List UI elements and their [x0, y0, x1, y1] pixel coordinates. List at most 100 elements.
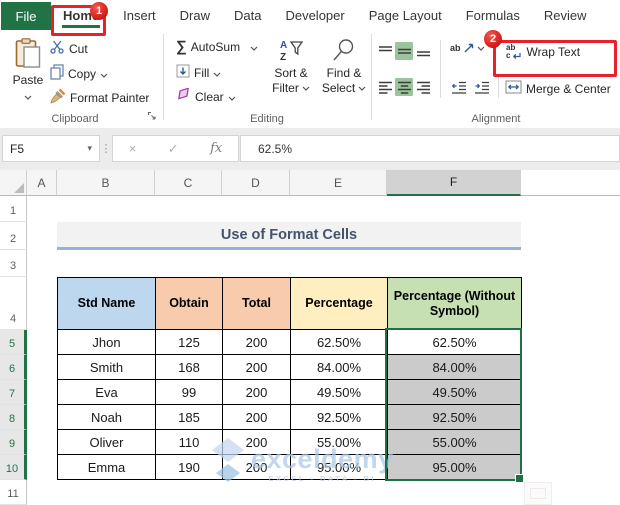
- step-2-badge: 2: [484, 30, 502, 48]
- cell-B7[interactable]: Eva: [57, 379, 156, 405]
- worksheet-title-cell[interactable]: Use of Format Cells: [57, 222, 521, 250]
- sort-filter-button[interactable]: A Z Sort & Filter: [266, 38, 316, 95]
- cell-B6[interactable]: Smith: [57, 354, 156, 380]
- row-header-2[interactable]: 2: [0, 222, 27, 250]
- format-painter-button[interactable]: Format Painter: [50, 88, 149, 107]
- tab-formulas[interactable]: Formulas: [454, 0, 532, 31]
- tab-draw[interactable]: Draw: [168, 0, 222, 31]
- row-header-8[interactable]: 8: [0, 405, 27, 430]
- align-top-button[interactable]: [376, 42, 394, 60]
- tab-page-layout[interactable]: Page Layout: [357, 0, 454, 31]
- cell-E10[interactable]: 95.00%: [290, 454, 388, 480]
- cell-C9[interactable]: 110: [155, 429, 223, 455]
- name-box-chevron[interactable]: ▾: [87, 143, 92, 154]
- step-1-badge: 1: [90, 2, 108, 20]
- cell-F9[interactable]: 55.00%: [387, 429, 522, 455]
- tab-developer[interactable]: Developer: [273, 0, 356, 31]
- col-header-a[interactable]: A: [27, 170, 57, 196]
- cell-C10[interactable]: 190: [155, 454, 223, 480]
- row-header-3[interactable]: 3: [0, 250, 27, 277]
- cell-F7[interactable]: 49.50%: [387, 379, 522, 405]
- cell-E9[interactable]: 55.00%: [290, 429, 388, 455]
- cancel-icon[interactable]: ×: [129, 141, 137, 156]
- align-left-icon: [378, 81, 392, 94]
- decrease-indent-button[interactable]: [450, 78, 468, 96]
- cell-B8[interactable]: Noah: [57, 404, 156, 430]
- mini-separator: [440, 40, 441, 98]
- find-select-chevron: [358, 86, 366, 91]
- align-right-button[interactable]: [414, 78, 432, 96]
- align-center-button[interactable]: [395, 78, 413, 96]
- cell-D6[interactable]: 200: [222, 354, 291, 380]
- enter-icon[interactable]: ✓: [168, 141, 179, 157]
- increase-indent-icon: [475, 81, 489, 94]
- formula-input[interactable]: 62.5%: [240, 135, 620, 162]
- cell-B10[interactable]: Emma: [57, 454, 156, 480]
- merge-center-button[interactable]: Merge & Center: [505, 80, 611, 97]
- cell-B5[interactable]: Jhon: [57, 329, 156, 355]
- align-left-button[interactable]: [376, 78, 394, 96]
- col-header-e[interactable]: E: [290, 170, 387, 196]
- row-headers: 1 2 3 4 5 6 7 8 9 10 11: [0, 196, 27, 505]
- cell-C8[interactable]: 185: [155, 404, 223, 430]
- cell-E6[interactable]: 84.00%: [290, 354, 388, 380]
- cell-F10[interactable]: 95.00%: [387, 454, 522, 480]
- find-select-button[interactable]: Find & Select: [318, 38, 370, 95]
- data-table: Std Name Obtain Total Percentage Percentage …: [57, 277, 522, 480]
- col-header-f[interactable]: F: [387, 170, 521, 196]
- cell-E5[interactable]: 62.50%: [290, 329, 388, 355]
- copy-button[interactable]: Copy: [50, 64, 108, 83]
- name-box-value: F5: [10, 141, 25, 156]
- row-header-7[interactable]: 7: [0, 380, 27, 405]
- cell-F6[interactable]: 84.00%: [387, 354, 522, 380]
- clear-button[interactable]: Clear: [176, 87, 236, 105]
- tab-insert[interactable]: Insert: [111, 0, 168, 31]
- cell-F5[interactable]: 62.50%: [387, 329, 522, 355]
- table-header-percentage-without-symbol[interactable]: Percentage (Without Symbol): [387, 277, 522, 330]
- row-header-10[interactable]: 10: [0, 455, 27, 480]
- tab-file[interactable]: File: [1, 2, 51, 30]
- row-header-11[interactable]: 11: [0, 480, 27, 505]
- cell-C6[interactable]: 168: [155, 354, 223, 380]
- col-header-b[interactable]: B: [57, 170, 155, 196]
- table-header-total[interactable]: Total: [222, 277, 291, 330]
- cell-D10[interactable]: 200: [222, 454, 291, 480]
- align-bottom-button[interactable]: [414, 42, 432, 60]
- insert-function-icon[interactable]: fx: [210, 141, 222, 156]
- autosum-button[interactable]: ∑ AutoSum: [176, 39, 258, 54]
- find-select-label-line1: Find &: [326, 66, 362, 80]
- select-all-corner[interactable]: [0, 170, 27, 196]
- cell-C7[interactable]: 99: [155, 379, 223, 405]
- formula-bar-divider: ⋮: [100, 143, 112, 155]
- col-header-c[interactable]: C: [155, 170, 222, 196]
- cell-D8[interactable]: 200: [222, 404, 291, 430]
- increase-indent-button[interactable]: [473, 78, 491, 96]
- cell-E7[interactable]: 49.50%: [290, 379, 388, 405]
- tab-review[interactable]: Review: [532, 0, 599, 31]
- fill-button[interactable]: Fill: [176, 64, 221, 81]
- cell-F8[interactable]: 92.50%: [387, 404, 522, 430]
- orientation-button[interactable]: ab: [450, 42, 485, 54]
- orientation-arrow-icon: [464, 43, 473, 53]
- row-header-4[interactable]: 4: [0, 277, 27, 330]
- cell-B9[interactable]: Oliver: [57, 429, 156, 455]
- row-header-5[interactable]: 5: [0, 330, 27, 355]
- clipboard-dialog-launcher[interactable]: [147, 110, 157, 124]
- row-header-1[interactable]: 1: [0, 196, 27, 222]
- name-box[interactable]: F5 ▾: [2, 135, 100, 162]
- cell-D9[interactable]: 200: [222, 429, 291, 455]
- cell-D5[interactable]: 200: [222, 329, 291, 355]
- col-header-d[interactable]: D: [222, 170, 290, 196]
- paste-button[interactable]: Paste: [6, 38, 50, 103]
- align-middle-button[interactable]: [395, 42, 413, 60]
- cell-E8[interactable]: 92.50%: [290, 404, 388, 430]
- tab-data[interactable]: Data: [222, 0, 273, 31]
- table-header-obtain[interactable]: Obtain: [155, 277, 223, 330]
- row-header-6[interactable]: 6: [0, 355, 27, 380]
- row-header-9[interactable]: 9: [0, 430, 27, 455]
- table-header-percentage[interactable]: Percentage: [290, 277, 388, 330]
- table-header-std-name[interactable]: Std Name: [57, 277, 156, 330]
- cell-D7[interactable]: 200: [222, 379, 291, 405]
- cell-C5[interactable]: 125: [155, 329, 223, 355]
- cut-button[interactable]: Cut: [50, 40, 88, 57]
